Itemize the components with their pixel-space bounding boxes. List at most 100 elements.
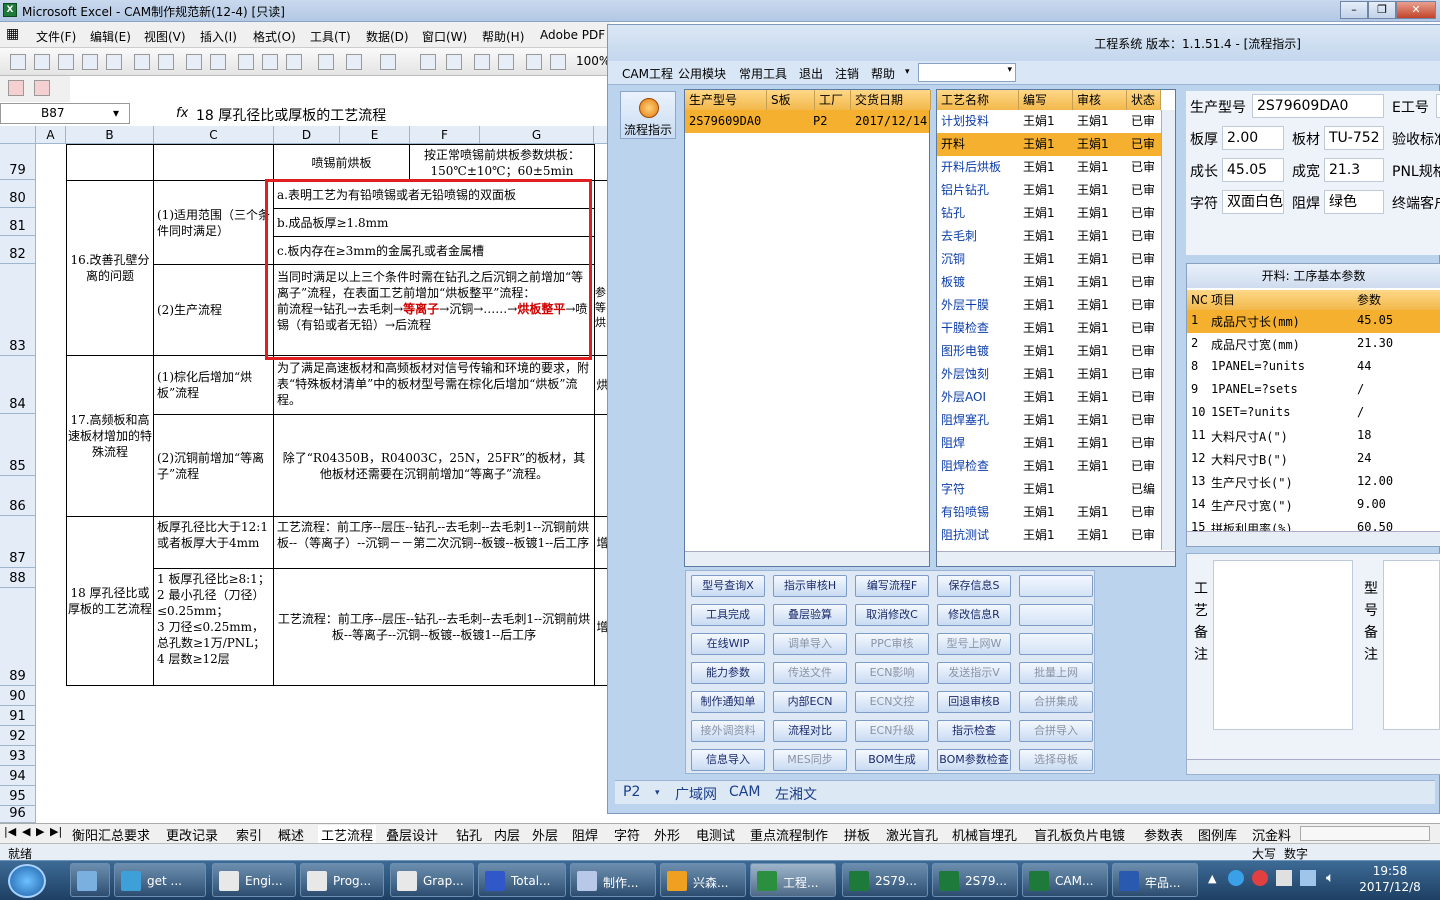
cell-section16-flow[interactable]: (2)生产流程 <box>153 264 274 356</box>
col-header-d[interactable]: D <box>274 126 340 144</box>
network-icon[interactable] <box>1300 870 1316 886</box>
action-button[interactable]: 传送文件 <box>773 662 847 684</box>
cam-menu-public[interactable]: 公用模块 <box>678 65 726 82</box>
process-row[interactable]: 阻焊检查 王娟1 王娟1 已审 <box>937 455 1161 478</box>
menu-window[interactable]: 窗口(W) <box>422 28 467 45</box>
action-button[interactable]: 回退审核B <box>937 691 1011 713</box>
sheet-tab[interactable]: 外形 <box>654 825 680 844</box>
cell-r79-f[interactable]: 按正常喷锡前烘板参数烘板：150℃±10℃；60±5min <box>409 144 595 181</box>
row-header[interactable]: 90 <box>0 686 36 706</box>
process-row[interactable]: 外层干膜 王娟1 王娟1 已审 <box>937 294 1161 317</box>
order-col-s[interactable]: S板 <box>767 90 815 110</box>
process-row[interactable]: 沉铜 王娟1 王娟1 已审 <box>937 248 1161 271</box>
param-row[interactable]: 2 成品尺寸宽(mm) 21.30 <box>1187 333 1440 356</box>
row-header[interactable]: 95 <box>0 786 36 806</box>
chart-wizard-icon[interactable] <box>526 54 542 70</box>
param-hscroll[interactable] <box>1187 531 1440 546</box>
chevron-down-icon[interactable]: ▾ <box>655 788 660 798</box>
action-button[interactable]: 接外调资料 <box>691 720 765 742</box>
col-header-g[interactable]: G <box>480 126 594 144</box>
row-header[interactable]: 87 <box>0 516 36 568</box>
process-row[interactable]: 有铅喷锡 王娟1 王娟1 已审 <box>937 501 1161 524</box>
zoom-box[interactable]: 100% <box>576 54 610 68</box>
tray-expand-icon[interactable]: ▲ <box>1208 872 1216 885</box>
undo-icon[interactable] <box>346 54 362 70</box>
format-painter-icon[interactable] <box>318 54 334 70</box>
row-header[interactable]: 88 <box>0 568 36 588</box>
horizontal-scrollbar[interactable] <box>1300 826 1430 841</box>
row-header[interactable]: 92 <box>0 726 36 746</box>
process-notes-field[interactable] <box>1213 560 1353 730</box>
sort-descending-icon[interactable] <box>498 54 514 70</box>
col-header-b[interactable]: B <box>66 126 154 144</box>
row-header[interactable]: 84 <box>0 356 36 414</box>
new-icon[interactable] <box>10 54 26 70</box>
open-icon[interactable] <box>34 54 50 70</box>
process-row[interactable]: 阻抗测试 王娟1 王娟1 已审 <box>937 524 1161 547</box>
cam-menu-exit[interactable]: 退出 <box>799 65 823 82</box>
menu-tools[interactable]: 工具(T) <box>310 28 351 45</box>
sheet-tab-active[interactable]: 工艺流程 <box>318 825 377 844</box>
action-button[interactable]: 合拼集成 <box>1019 691 1093 713</box>
tray-app-icon[interactable] <box>1228 870 1244 886</box>
col-header-a[interactable]: A <box>36 126 66 144</box>
process-row[interactable]: 计划投料 王娟1 王娟1 已审 <box>937 110 1161 133</box>
taskbar-button[interactable]: Prog... <box>300 863 384 897</box>
taskbar-button[interactable]: 2S79... <box>932 863 1018 897</box>
pdf-email-icon[interactable] <box>34 80 50 96</box>
name-box[interactable]: B87 ▾ <box>0 103 130 124</box>
sheet-tab[interactable]: 内层 <box>494 825 520 844</box>
permission-icon[interactable] <box>82 54 98 70</box>
cell-section17[interactable]: 17.高频板和高速板材增加的特殊流程 <box>66 355 154 517</box>
order-col-factory[interactable]: 工厂 <box>815 90 851 110</box>
excel-doc-icon[interactable]: ▦ <box>6 26 19 42</box>
pdf-convert-icon[interactable] <box>8 80 24 96</box>
cell-section18-a-text[interactable]: 工艺流程：前工序--层压--钻孔--去毛刺--去毛刺1--沉铜前烘板--（等离子… <box>273 516 595 569</box>
menu-data[interactable]: 数据(D) <box>366 28 409 45</box>
cell-section17-b[interactable]: (2)沉铜前增加“等离子”流程 <box>153 414 274 517</box>
eng-no-field[interactable] <box>1436 94 1440 118</box>
menu-edit[interactable]: 编辑(E) <box>90 28 131 45</box>
action-button[interactable]: 型号查询X <box>691 575 765 597</box>
action-button[interactable]: MES同步 <box>773 749 847 771</box>
menu-format[interactable]: 格式(O) <box>253 28 296 45</box>
email-icon[interactable] <box>106 54 122 70</box>
col-header-f[interactable]: F <box>410 126 480 144</box>
action-button[interactable]: ECN升级 <box>855 720 929 742</box>
action-button[interactable]: 保存信息S <box>937 575 1011 597</box>
sheet-tab[interactable]: 电测试 <box>696 825 735 844</box>
process-row[interactable]: 去毛刺 王娟1 王娟1 已审 <box>937 225 1161 248</box>
col-header-e[interactable]: E <box>340 126 410 144</box>
row-header[interactable]: 96 <box>0 806 36 823</box>
cell[interactable] <box>66 144 154 181</box>
restore-button[interactable]: ❐ <box>1368 1 1396 19</box>
row-header[interactable]: 80 <box>0 180 36 208</box>
process-row[interactable]: 钻孔 王娟1 王娟1 已审 <box>937 202 1161 225</box>
taskbar-button[interactable]: 工程... <box>750 863 836 897</box>
action-button[interactable]: 指示审核H <box>773 575 847 597</box>
action-button[interactable]: BOM生成 <box>855 749 929 771</box>
notes-hscroll[interactable] <box>1187 759 1440 774</box>
tray-app-icon[interactable] <box>1252 870 1268 886</box>
tab-wan[interactable]: 广域网 <box>675 784 717 804</box>
menu-file[interactable]: 文件(F) <box>36 28 76 45</box>
flow-indicator-button[interactable]: 流程指示 <box>620 91 676 139</box>
row-header[interactable]: 89 <box>0 588 36 686</box>
process-row[interactable]: 字符 王娟1 已编 <box>937 478 1161 501</box>
cell-r79-d[interactable]: 喷锡前烘板 <box>273 144 410 181</box>
taskbar-button[interactable] <box>70 863 110 897</box>
close-button[interactable]: ✕ <box>1396 1 1436 19</box>
col-header-c[interactable]: C <box>154 126 274 144</box>
width-field[interactable]: 21.3 <box>1324 158 1384 182</box>
order-row[interactable]: 2S79609DA0 P2 2017/12/14 <box>685 110 929 133</box>
sheet-tab[interactable]: 字符 <box>614 825 640 844</box>
sheet-tab[interactable]: 盲孔板负片电镀 <box>1034 825 1125 844</box>
param-row[interactable]: 9 1PANEL=?sets / <box>1187 379 1440 402</box>
print-preview-icon[interactable] <box>158 54 174 70</box>
param-row[interactable]: 8 1PANEL=?units 44 <box>1187 356 1440 379</box>
tray-flag-icon[interactable] <box>1276 870 1292 886</box>
cell[interactable] <box>153 144 274 181</box>
row-header[interactable]: 86 <box>0 476 36 516</box>
sheet-tab[interactable]: 衡阳汇总要求 <box>72 825 150 844</box>
action-button[interactable]: 型号上网W <box>937 633 1011 655</box>
